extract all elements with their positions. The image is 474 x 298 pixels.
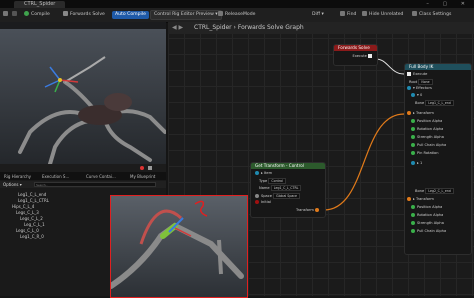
tree-item[interactable]: Leg_C_L_1	[24, 222, 45, 227]
stop-icon[interactable]	[148, 166, 152, 170]
tab-execution-stack[interactable]: Execution S...	[42, 174, 69, 179]
strength-alpha-1[interactable]: Strength Alpha	[411, 221, 444, 225]
diff-button[interactable]: Diff ▾	[312, 11, 324, 19]
zoomed-leg-image	[111, 196, 247, 297]
tab-curve-container[interactable]: Curve Contai...	[86, 174, 116, 179]
asset-tab[interactable]: CTRL_Spider	[14, 1, 66, 8]
effector-1-row[interactable]: ▸ 1	[411, 161, 422, 165]
release-mode-toggle[interactable]: ReleaseMode	[218, 11, 255, 19]
pull-chain-alpha-0[interactable]: Pull Chain Alpha	[411, 143, 446, 147]
find-button[interactable]: Find	[340, 11, 356, 19]
node-title: Full Body IK	[405, 64, 471, 70]
pin-rotation-0[interactable]: Pin Rotation	[411, 151, 439, 155]
zoomed-leg-inset: 2	[110, 195, 248, 298]
bone-0-row[interactable]: Bone Leg1_C_L_end	[415, 100, 454, 106]
hierarchy-search-input[interactable]	[34, 182, 156, 187]
main-toolbar: Compile Forwards Solve Auto Compile Cont…	[0, 8, 474, 23]
initial-row[interactable]: Initial	[255, 200, 271, 204]
title-bar: CTRL_Spider – ▢ ✕	[0, 0, 474, 8]
effector-0-row[interactable]: ▾ 0	[411, 93, 422, 97]
tree-item[interactable]: Legs_C_L_0	[16, 228, 39, 233]
auto-compile-button[interactable]: Auto Compile	[112, 11, 149, 19]
node-title: Get Transform - Control	[251, 163, 325, 169]
tree-item[interactable]: Hips_C_L_4	[12, 204, 34, 209]
transform-output-pin[interactable]: Transform	[296, 208, 321, 212]
full-body-ik-node[interactable]: Full Body IK Execute Root None ▾ Effecto…	[404, 63, 472, 255]
tab-rig-hierarchy[interactable]: Rig Hierarchy	[4, 174, 31, 179]
tree-item[interactable]: Leg1_C_L_end	[18, 192, 46, 197]
name-row[interactable]: Name Leg1_C_L_CTRL	[259, 185, 302, 191]
forwards-solve-button[interactable]: Forwards Solve	[63, 11, 105, 19]
strength-alpha-0[interactable]: Strength Alpha	[411, 135, 444, 139]
space-row[interactable]: Space Global Space	[255, 193, 301, 199]
hierarchy-options-bar: Options ▾	[0, 181, 166, 188]
pull-chain-alpha-1[interactable]: Pull Chain Alpha	[411, 229, 446, 233]
transform-1-pin[interactable]: ▸ Transform	[407, 197, 434, 201]
rotation-alpha-0[interactable]: Rotation Alpha	[411, 127, 443, 131]
bone-1-row[interactable]: Bone Leg2_C_L_end	[415, 188, 454, 194]
item-pin[interactable]: ▸ Item	[255, 171, 272, 175]
class-settings-button[interactable]: Class Settings	[412, 11, 451, 19]
browse-icon[interactable]	[12, 11, 19, 19]
hierarchy-tabs: Rig Hierarchy Execution S... Curve Conta…	[0, 172, 166, 180]
hide-unrelated-button[interactable]: Hide Unrelated	[362, 11, 403, 19]
spider-preview-image	[0, 29, 166, 166]
viewport-bottom-bar	[0, 164, 166, 172]
transform-0-pin[interactable]: ▸ Transform	[407, 111, 434, 115]
execute-pin[interactable]: Execute	[407, 72, 427, 76]
tab-my-blueprint[interactable]: My Blueprint	[130, 174, 155, 179]
type-row[interactable]: Type Control	[259, 178, 286, 184]
forwards-solve-node[interactable]: Forwards Solve Execute	[333, 44, 378, 66]
tree-item[interactable]: Legs_C_L_2	[20, 216, 43, 221]
get-transform-node[interactable]: Get Transform - Control ▸ Item Type Cont…	[250, 162, 326, 218]
options-dropdown[interactable]: Options ▾	[3, 182, 22, 187]
preview-dropdown[interactable]: Control Rig Editor Preview ▾	[150, 10, 222, 20]
save-icon[interactable]	[3, 11, 10, 19]
effectors-row[interactable]: ▾ Effectors	[407, 86, 432, 90]
window-controls[interactable]: – ▢ ✕	[426, 0, 471, 8]
tree-item[interactable]: Leg1_C_R_0	[20, 234, 44, 239]
compile-button[interactable]: Compile	[24, 11, 50, 19]
tree-item[interactable]: Leg1_C_L_CTRL	[18, 198, 49, 203]
tree-item[interactable]: Legs_C_L_3	[16, 210, 39, 215]
node-title: Forwards Solve	[334, 45, 377, 51]
execute-pin[interactable]: Execute	[352, 54, 374, 58]
root-row[interactable]: Root None	[409, 79, 433, 85]
rotation-alpha-1[interactable]: Rotation Alpha	[411, 213, 443, 217]
record-icon[interactable]	[140, 166, 144, 170]
position-alpha-0[interactable]: Position Alpha	[411, 119, 442, 123]
position-alpha-1[interactable]: Position Alpha	[411, 205, 442, 209]
viewport[interactable]: Debug Rig Preview Rig	[0, 22, 166, 172]
